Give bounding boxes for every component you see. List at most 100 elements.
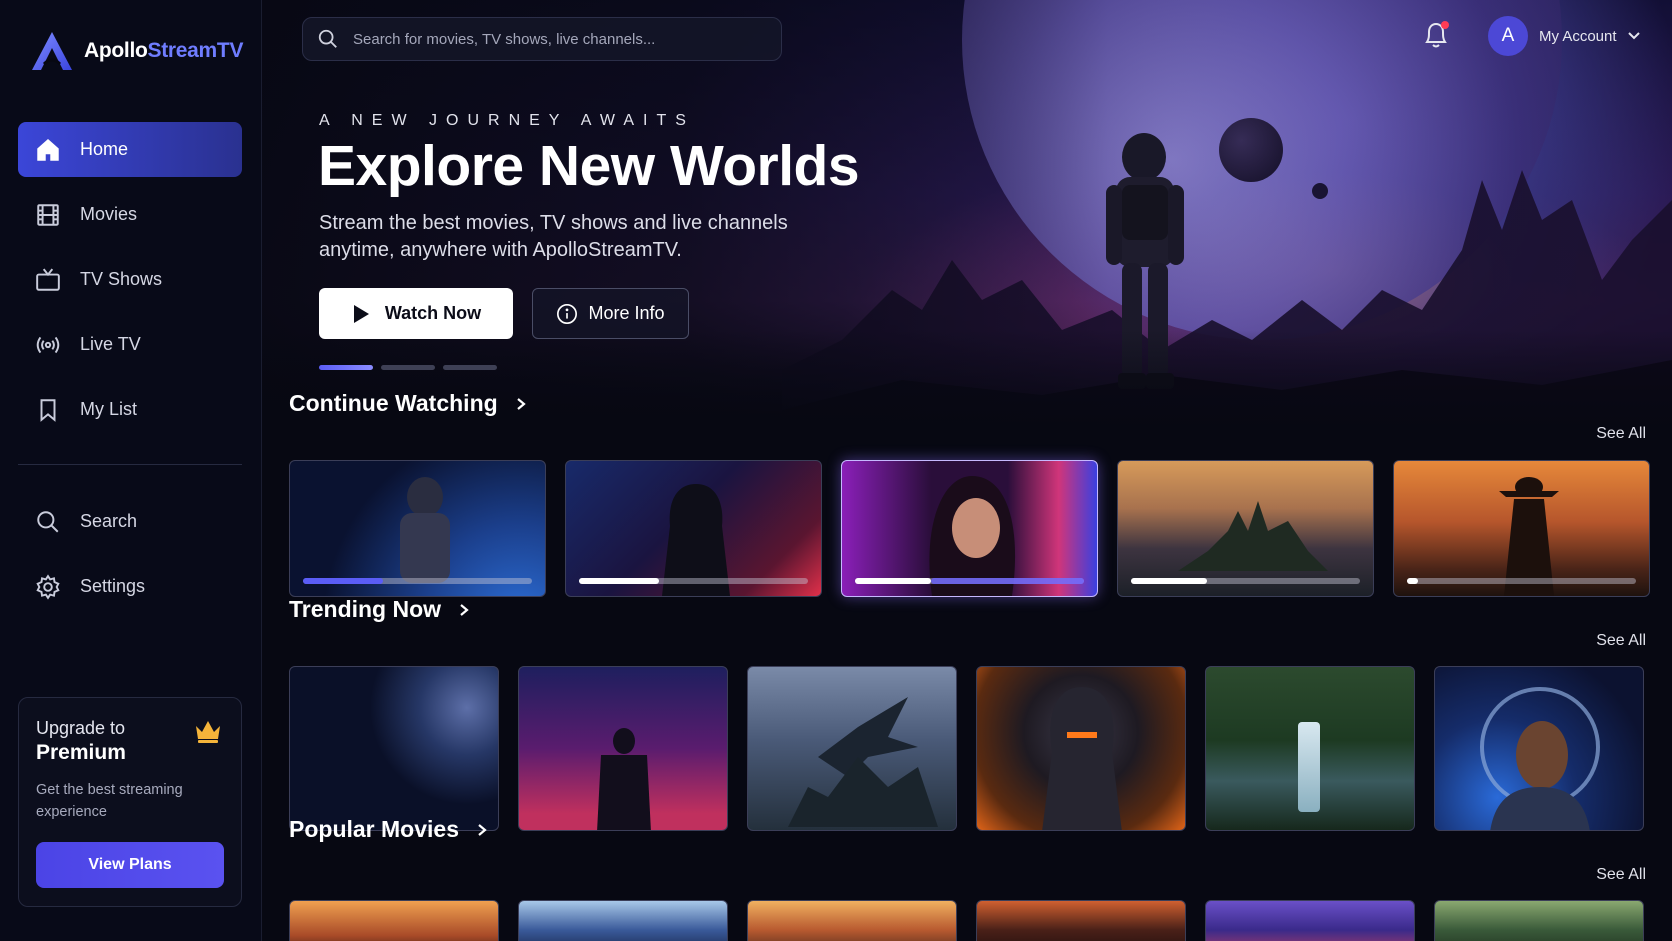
chevron-right-icon <box>460 603 469 616</box>
chevron-right-icon <box>478 823 487 836</box>
popular-movies-title[interactable]: Popular Movies <box>289 816 489 843</box>
progress-fill <box>1131 578 1207 584</box>
continue-card-1[interactable] <box>289 460 546 597</box>
card-artwork <box>1480 687 1600 830</box>
bookmark-icon <box>34 396 62 424</box>
continue-watching-title[interactable]: Continue Watching <box>289 390 528 417</box>
search-icon <box>318 29 337 48</box>
popular-card-5[interactable] <box>1205 900 1415 941</box>
card-artwork <box>788 697 938 827</box>
continue-card-5[interactable] <box>1393 460 1650 597</box>
popular-card-3[interactable] <box>747 900 957 941</box>
trending-card-3[interactable] <box>747 666 957 831</box>
trending-now-row <box>289 666 1663 831</box>
view-plans-button[interactable]: View Plans <box>36 842 224 888</box>
trending-card-6[interactable] <box>1434 666 1644 831</box>
progress-fill <box>303 578 384 584</box>
trending-now-see-all[interactable]: See All <box>1596 632 1646 650</box>
home-icon <box>34 136 62 164</box>
continue-card-4[interactable] <box>1117 460 1374 597</box>
premium-description: Get the best streaming experience <box>36 782 183 820</box>
progress-fill <box>579 578 660 584</box>
trending-card-4[interactable] <box>976 666 1186 831</box>
hero-eyebrow: A NEW JOURNEY AWAITS <box>319 112 695 129</box>
continue-card-3[interactable] <box>841 460 1098 597</box>
search-input[interactable] <box>353 30 753 48</box>
search-bar[interactable] <box>302 17 782 61</box>
crown-icon <box>196 721 220 743</box>
trending-card-2[interactable] <box>518 666 728 831</box>
more-info-label: More Info <box>588 303 665 323</box>
card-artwork <box>1178 501 1328 571</box>
sidebar-item-my-list[interactable]: My List <box>18 382 242 437</box>
watch-now-label: Watch Now <box>384 303 482 323</box>
play-icon <box>353 304 369 323</box>
premium-upsell-card: Upgrade to Premium Get the best streamin… <box>18 697 242 907</box>
trending-card-1[interactable] <box>289 666 499 831</box>
sidebar-item-live-tv[interactable]: Live TV <box>18 317 242 372</box>
chevron-right-icon <box>516 397 526 410</box>
film-icon <box>34 201 62 229</box>
sidebar-item-label: Live TV <box>80 334 141 354</box>
hero-subtitle: Stream the best movies, TV shows and liv… <box>319 212 788 261</box>
sidebar-divider <box>18 464 242 465</box>
continue-watching-see-all[interactable]: See All <box>1596 425 1646 443</box>
premium-line2: Premium <box>36 741 126 764</box>
main-nav: Home Movies TV Shows Live TV My List <box>18 122 242 447</box>
main-content: A NEW JOURNEY AWAITS Explore New Worlds … <box>262 0 1672 941</box>
progress-bar <box>1131 578 1360 584</box>
tv-icon <box>34 266 62 294</box>
popular-movies-row <box>289 900 1663 941</box>
hero-slide-indicators <box>319 365 505 370</box>
watch-now-button[interactable]: Watch Now <box>319 288 513 339</box>
secondary-nav: Search Settings <box>18 494 242 624</box>
popular-card-6[interactable] <box>1434 900 1644 941</box>
account-menu[interactable]: A My Account <box>1488 16 1641 56</box>
popular-card-2[interactable] <box>518 900 728 941</box>
more-info-button[interactable]: More Info <box>532 288 689 339</box>
popular-movies-see-all[interactable]: See All <box>1596 866 1646 884</box>
progress-bar <box>1407 578 1636 584</box>
trending-now-title[interactable]: Trending Now <box>289 596 471 623</box>
sidebar-item-label: TV Shows <box>80 269 163 289</box>
continue-watching-row <box>289 460 1669 597</box>
continue-card-2[interactable] <box>565 460 822 597</box>
popular-card-1[interactable] <box>289 900 499 941</box>
sidebar-item-label: Settings <box>80 576 146 596</box>
search-icon <box>34 508 62 536</box>
popular-card-4[interactable] <box>976 900 1186 941</box>
info-icon <box>557 303 578 324</box>
card-artwork <box>1042 687 1122 830</box>
slide-dot-1[interactable] <box>319 365 373 370</box>
sidebar-item-settings[interactable]: Settings <box>18 559 242 614</box>
hero-title: Explore New Worlds <box>318 134 860 198</box>
hero-bottom-fade <box>262 330 1672 440</box>
logo-icon <box>32 32 72 70</box>
slide-dot-2[interactable] <box>381 365 435 370</box>
progress-fill <box>855 578 931 584</box>
gear-icon <box>34 573 62 601</box>
sidebar-item-label: My List <box>80 399 138 419</box>
card-artwork <box>1298 722 1320 812</box>
card-artwork <box>400 477 450 583</box>
app-logo[interactable]: ApolloStreamTV <box>30 30 243 72</box>
avatar: A <box>1488 16 1528 56</box>
sidebar-item-label: Movies <box>80 204 138 224</box>
app-name: ApolloStreamTV <box>84 39 244 62</box>
notifications-button[interactable] <box>1422 20 1450 50</box>
sidebar-item-search[interactable]: Search <box>18 494 242 549</box>
sidebar-item-movies[interactable]: Movies <box>18 187 242 242</box>
notification-badge <box>1441 21 1449 29</box>
card-artwork <box>929 476 1016 596</box>
sidebar: ApolloStreamTV Home Movies TV Shows Live… <box>0 0 262 941</box>
progress-fill <box>1407 578 1419 584</box>
slide-dot-3[interactable] <box>443 365 497 370</box>
broadcast-icon <box>34 331 62 359</box>
card-artwork <box>597 728 651 830</box>
trending-card-5[interactable] <box>1205 666 1415 831</box>
progress-bar <box>855 578 1084 584</box>
sidebar-item-home[interactable]: Home <box>18 122 242 177</box>
sidebar-item-label: Home <box>80 139 129 159</box>
sidebar-item-tv-shows[interactable]: TV Shows <box>18 252 242 307</box>
sidebar-item-label: Search <box>80 511 138 531</box>
